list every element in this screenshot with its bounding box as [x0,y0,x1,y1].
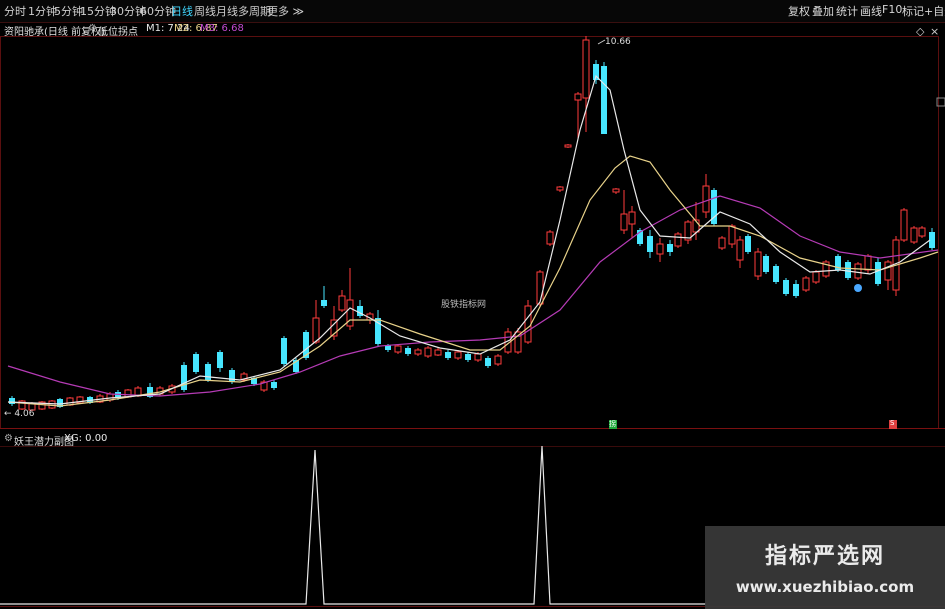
candle-body [918,227,926,237]
candle-body [281,338,287,364]
chart-watermark-text: 股铁指标网 [441,300,487,310]
candle-body [494,355,502,365]
candle-body [536,271,544,305]
candle-body [601,66,607,134]
candle-body [845,262,851,278]
candle-body [802,277,810,291]
candle-body [434,349,442,356]
candle-body [394,345,402,353]
buy-marker-text: 拐 [609,420,616,428]
candle-body [910,227,918,243]
candle-body [620,213,628,231]
high-price-label: 10.66 [605,37,631,47]
watermark-url: www.xuezhibiao.com [735,578,915,596]
candle-body [783,280,789,294]
low-price-label: ← 4.06 [4,409,35,419]
candle-body [745,236,751,252]
candle-body [728,225,736,245]
candle-body [405,348,411,354]
watermark-title: 指标严选网 [764,544,885,569]
high-arrow [597,39,606,45]
candle-body [628,211,636,225]
candle-body [424,347,432,357]
candle-body [217,352,223,368]
main-panel-border [0,36,939,429]
candle-body [546,231,554,245]
candle-body [612,188,620,193]
candle-body [474,353,482,361]
ma-yellow-line [7,155,939,407]
candle-body [864,255,872,271]
candle-body [485,358,491,366]
xg-signal-line [0,445,706,605]
candle-body [556,186,564,191]
sub-chart-lines [0,445,706,605]
candle-body [667,244,673,252]
candle-body [414,349,422,355]
site-watermark: 指标严选网 www.xuezhibiao.com [705,526,945,609]
candle-body [647,236,653,252]
candle-body [465,354,471,360]
candle-body [763,256,769,272]
candle-body [900,209,908,241]
candle-body [754,251,762,277]
candle-body [564,144,572,148]
candle-body [854,263,862,279]
candle-body [454,351,462,359]
candle-body [793,284,799,296]
xg-value: XG: 0.00 [64,433,108,444]
candle-body [193,354,199,372]
candle-body [9,398,15,404]
candlestick-series [9,36,935,411]
candle-body [582,39,590,99]
candle-body [574,93,582,101]
candle-body [812,271,820,283]
candle-body [48,400,56,409]
moving-average-lines [7,74,939,407]
candle-body [884,261,892,281]
candle-body [229,370,235,382]
candle-body [674,233,682,247]
candle-body [718,237,726,249]
candle-body [181,365,187,390]
candle-body [338,295,346,311]
candle-body [524,305,532,343]
candle-body [656,243,664,255]
candle-body [702,185,710,213]
candle-body [875,262,881,284]
sell-marker-text: S [890,419,895,427]
sub-settings-icon[interactable]: ⚙ [4,433,13,444]
candle-body [736,239,744,261]
candle-body [445,352,451,358]
signal-dot [854,284,862,292]
candle-body [773,266,779,282]
candle-body [271,382,277,388]
candle-body [312,317,320,343]
candle-body [321,300,327,306]
